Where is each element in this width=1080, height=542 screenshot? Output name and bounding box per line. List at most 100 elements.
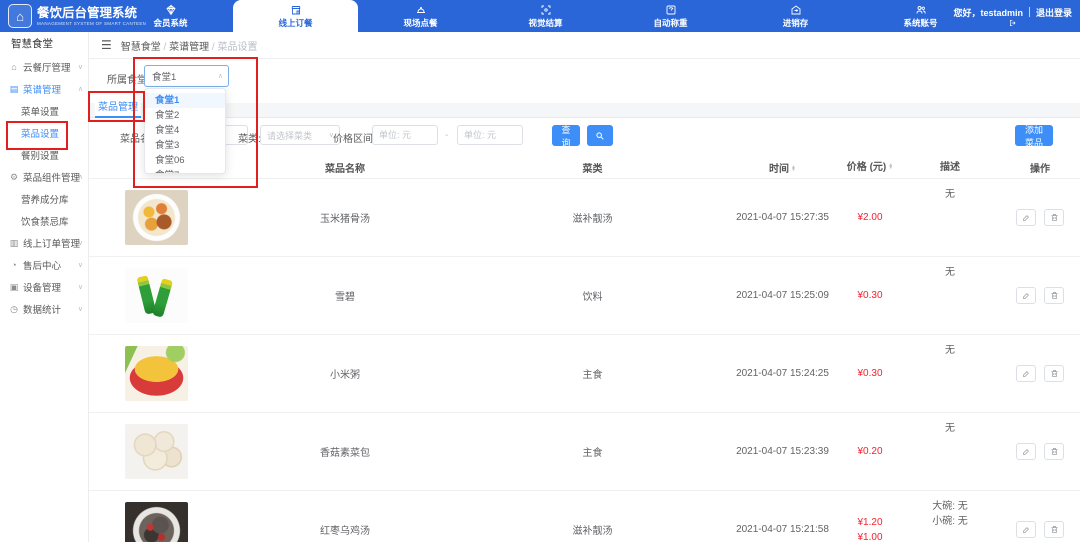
search-icon-button[interactable] bbox=[587, 125, 613, 146]
delete-button[interactable] bbox=[1044, 365, 1064, 382]
price-column-header: 价格 (元)▲▼ bbox=[840, 160, 900, 175]
edit-button[interactable] bbox=[1016, 443, 1036, 460]
sidebar-item-recipe-management[interactable]: ▤ 菜谱管理 ∧ bbox=[0, 78, 88, 100]
top-navigation-bar: ⌂ 餐饮后台管理系统 MANAGEMENT SYSTEM OF SMART CA… bbox=[0, 0, 1080, 32]
menu-book-icon: ▤ bbox=[9, 84, 19, 95]
delete-button[interactable] bbox=[1044, 521, 1064, 538]
sidebar-item-data-statistics[interactable]: ◷ 数据统计 ∨ bbox=[0, 298, 88, 320]
breadcrumb-bar: ☰ 智慧食堂 / 菜谱管理 / 菜品设置 bbox=[88, 32, 1080, 59]
dish-desc: 无 bbox=[900, 413, 1000, 490]
canteen-select[interactable]: 食堂1 ∧ bbox=[144, 65, 229, 87]
nav-inventory[interactable]: 进销存 bbox=[733, 0, 858, 32]
table-header-row: 菜品名称 菜类 时间▲▼ 价格 (元)▲▼ 描述 操作 bbox=[88, 156, 1080, 178]
dish-category: 滋补靓汤 bbox=[460, 210, 725, 225]
table-row: 雪碧 饮料 2021-04-07 15:25:09 ¥0.30 无 bbox=[88, 256, 1080, 334]
trash-icon bbox=[1050, 213, 1059, 222]
dropdown-option[interactable]: 食堂1 bbox=[145, 93, 225, 108]
app-window: ⌂ 餐饮后台管理系统 MANAGEMENT SYSTEM OF SMART CA… bbox=[0, 0, 1080, 542]
chevron-down-icon: ∨ bbox=[78, 261, 83, 269]
dish-category: 滋补靓汤 bbox=[460, 522, 725, 537]
sort-icon[interactable]: ▲▼ bbox=[791, 166, 796, 172]
dish-time: 2021-04-07 15:21:58 bbox=[725, 524, 840, 535]
collapse-sidebar-icon[interactable]: ☰ bbox=[101, 38, 112, 52]
category-placeholder: 请选择菜类 bbox=[267, 129, 312, 142]
edit-button[interactable] bbox=[1016, 287, 1036, 304]
nav-onsite-ordering[interactable]: 现场点餐 bbox=[358, 0, 483, 32]
sidebar-item-online-order-management[interactable]: ▥ 线上订单管理 ∨ bbox=[0, 232, 88, 254]
dish-name: 玉米猪骨汤 bbox=[230, 210, 460, 225]
edit-button[interactable] bbox=[1016, 521, 1036, 538]
top-nav-items: 会员系统 线上订餐 现场点餐 视觉结算 自动称重 进销存 bbox=[108, 0, 983, 32]
search-button[interactable]: 查询 bbox=[552, 125, 580, 146]
dropdown-option[interactable]: 食堂4 bbox=[145, 123, 225, 138]
category-column-header: 菜类 bbox=[460, 160, 725, 175]
nav-member-system[interactable]: 会员系统 bbox=[108, 0, 233, 32]
dish-image bbox=[125, 502, 188, 542]
delete-button[interactable] bbox=[1044, 287, 1064, 304]
logout-icon[interactable] bbox=[1009, 19, 1017, 27]
dropdown-option[interactable]: 食堂2 bbox=[145, 108, 225, 123]
name-column-header: 菜品名称 bbox=[230, 160, 460, 175]
table-row: 红枣乌鸡汤 滋补靓汤 2021-04-07 15:21:58 ¥1.20¥1.0… bbox=[88, 490, 1080, 542]
dropdown-option[interactable]: 食堂06 bbox=[145, 153, 225, 168]
breadcrumb-home[interactable]: 智慧食堂 bbox=[121, 42, 161, 53]
sidebar-item-dish-component-management[interactable]: ⚙ 菜品组件管理 ∧ bbox=[0, 166, 88, 188]
canteen-selected-value: 食堂1 bbox=[152, 69, 176, 83]
main-content: ☰ 智慧食堂 / 菜谱管理 / 菜品设置 菜品管理 所属食堂: 食堂1 ∧ 食堂… bbox=[88, 32, 1080, 542]
dish-image bbox=[125, 424, 188, 479]
nav-label: 自动称重 bbox=[653, 17, 687, 29]
dropdown-option-partial[interactable]: 食堂7 bbox=[145, 168, 225, 174]
nav-vision-settlement[interactable]: 视觉结算 bbox=[483, 0, 608, 32]
chevron-down-icon: ∨ bbox=[78, 305, 83, 313]
scale-icon bbox=[665, 4, 677, 16]
nav-online-ordering[interactable]: 线上订餐 bbox=[233, 0, 358, 32]
edit-button[interactable] bbox=[1016, 209, 1036, 226]
edit-icon bbox=[1022, 447, 1031, 456]
dish-price: ¥0.30 bbox=[840, 288, 900, 303]
sort-icon[interactable]: ▲▼ bbox=[888, 164, 893, 170]
dish-price: ¥0.20 bbox=[840, 444, 900, 459]
list-icon: ▥ bbox=[9, 238, 19, 249]
category-select[interactable]: 请选择菜类 ∨ bbox=[260, 125, 340, 145]
dish-price: ¥2.00 bbox=[840, 210, 900, 225]
delete-button[interactable] bbox=[1044, 443, 1064, 460]
chevron-up-icon: ∧ bbox=[78, 85, 83, 93]
home-icon: ⌂ bbox=[9, 62, 19, 72]
dish-time: 2021-04-07 15:27:35 bbox=[725, 212, 840, 223]
breadcrumb-recipe[interactable]: 菜谱管理 bbox=[169, 42, 209, 53]
dish-name: 雪碧 bbox=[230, 288, 460, 303]
sidebar-header: 智慧食堂 bbox=[0, 32, 88, 56]
delete-button[interactable] bbox=[1044, 209, 1064, 226]
nav-label: 会员系统 bbox=[153, 17, 187, 29]
table-row: 玉米猪骨汤 滋补靓汤 2021-04-07 15:27:35 ¥2.00 无 bbox=[88, 178, 1080, 256]
price-range-label: 价格区间 bbox=[333, 130, 373, 145]
add-dish-button[interactable]: 添加菜品 bbox=[1015, 125, 1053, 146]
logout-link[interactable]: 退出登录 bbox=[1036, 6, 1072, 19]
sidebar-item-meal-type-settings[interactable]: 餐别设置 bbox=[0, 144, 88, 166]
price-max-input[interactable] bbox=[457, 125, 523, 145]
edit-button[interactable] bbox=[1016, 365, 1036, 382]
price-min-input[interactable] bbox=[372, 125, 438, 145]
sidebar-item-nutrition-library[interactable]: 营养成分库 bbox=[0, 188, 88, 210]
chevron-down-icon: ∨ bbox=[78, 283, 83, 291]
dish-desc: 无 bbox=[900, 179, 1000, 256]
sidebar-item-cloud-restaurant[interactable]: ⌂ 云餐厅管理 ∨ bbox=[0, 56, 88, 78]
sidebar-item-menu-settings[interactable]: 菜单设置 bbox=[0, 100, 88, 122]
sidebar-item-dish-settings[interactable]: 菜品设置 bbox=[0, 122, 88, 144]
trash-icon bbox=[1050, 369, 1059, 378]
search-icon bbox=[595, 131, 605, 141]
sidebar-item-device-management[interactable]: ▣ 设备管理 ∨ bbox=[0, 276, 88, 298]
scan-eye-icon bbox=[540, 4, 552, 16]
dropdown-option[interactable]: 食堂3 bbox=[145, 138, 225, 153]
tab-dish-management[interactable]: 菜品管理 bbox=[95, 94, 141, 118]
dish-image bbox=[125, 268, 188, 323]
nav-auto-weighing[interactable]: 自动称重 bbox=[608, 0, 733, 32]
breadcrumb-current: 菜品设置 bbox=[217, 42, 257, 53]
sidebar-item-diet-taboo-library[interactable]: 饮食禁忌库 bbox=[0, 210, 88, 232]
sidebar-item-after-sales-center[interactable]: ◔ 售后中心 ∨ bbox=[0, 254, 88, 276]
dish-time: 2021-04-07 15:23:39 bbox=[725, 446, 840, 457]
nav-label: 现场点餐 bbox=[403, 17, 437, 29]
divider bbox=[1029, 7, 1030, 17]
dish-name: 香菇素菜包 bbox=[230, 444, 460, 459]
dish-category: 饮料 bbox=[460, 288, 725, 303]
